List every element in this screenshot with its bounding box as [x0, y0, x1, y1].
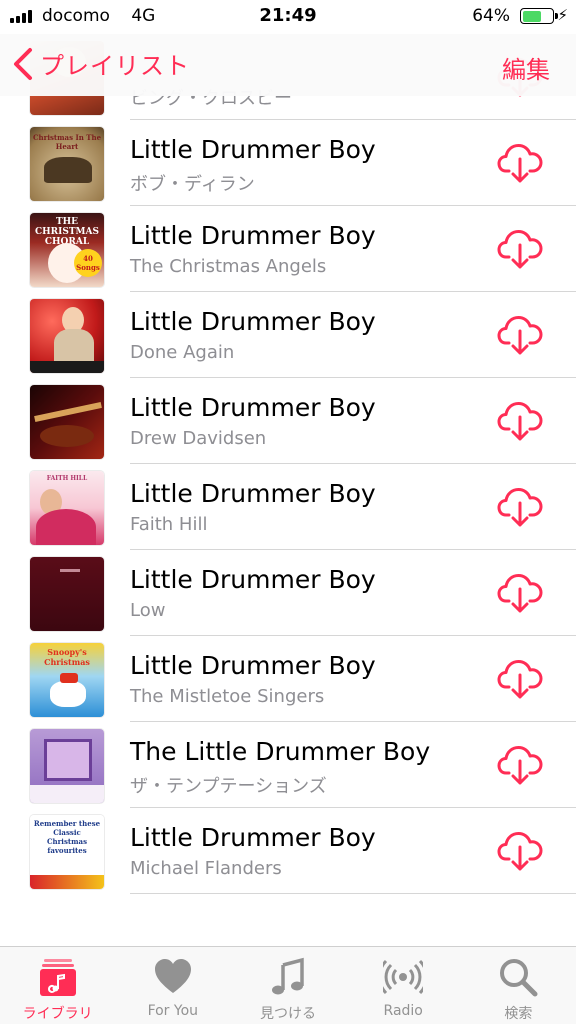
radio-icon — [383, 959, 424, 995]
song-title: Little Drummer Boy — [130, 307, 376, 336]
song-title: Little Drummer Boy — [130, 651, 376, 680]
cloud-download-icon[interactable] — [497, 141, 543, 185]
song-title: Little Drummer Boy — [130, 565, 376, 594]
song-row[interactable]: Little Drummer Boy Drew Davidsen — [0, 378, 576, 464]
cloud-download-icon[interactable] — [497, 657, 543, 701]
song-artist: Low — [130, 600, 166, 621]
tab-bar: ライブラリ For You 見つける Radio 検索 — [0, 946, 576, 1024]
music-note-icon — [272, 957, 304, 995]
song-title: Little Drummer Boy — [130, 221, 376, 250]
song-row[interactable]: Remember these Classic Christmas favouri… — [0, 808, 576, 894]
song-artist: Faith Hill — [130, 514, 208, 535]
charging-bolt-icon: ⚡ — [557, 6, 568, 24]
back-button-label: プレイリスト — [40, 52, 190, 80]
album-art-caption: FAITH HILL — [46, 475, 88, 482]
song-title: Little Drummer Boy — [130, 823, 376, 852]
cloud-download-icon[interactable] — [497, 313, 543, 357]
cloud-download-icon[interactable] — [497, 399, 543, 443]
album-art-caption: Christmas In The Heart — [32, 133, 102, 151]
chevron-left-icon — [14, 47, 32, 80]
cloud-download-icon[interactable] — [497, 485, 543, 529]
status-bar: docomo 4G 21:49 64% ⚡ — [0, 0, 576, 34]
tab-for-you[interactable]: For You — [115, 947, 230, 1024]
song-row[interactable]: Snoopy's Christmas Little Drummer Boy The … — [0, 636, 576, 722]
cloud-download-icon[interactable] — [497, 227, 543, 271]
song-row[interactable]: The Little Drummer Boy ザ・テンプテーションズ — [0, 722, 576, 808]
song-artist: Michael Flanders — [130, 858, 282, 879]
battery-icon — [520, 8, 558, 24]
edit-button[interactable]: 編集 — [502, 50, 550, 85]
song-title: Little Drummer Boy — [130, 393, 376, 422]
song-artist: The Christmas Angels — [130, 256, 327, 277]
album-art: Christmas In The Heart — [30, 127, 104, 201]
tab-search[interactable]: 検索 — [461, 947, 576, 1024]
row-divider — [130, 893, 576, 894]
album-art-caption: Snoopy's Christmas — [44, 647, 90, 667]
album-art: FAITH HILL — [30, 471, 104, 545]
song-row[interactable]: Little Drummer Boy Low — [0, 550, 576, 636]
album-art — [30, 385, 104, 459]
song-list: ビング・クロスビー Christmas In The Heart Little Dr… — [0, 41, 576, 894]
song-artist: ザ・テンプテーションズ — [130, 776, 327, 797]
cloud-download-icon[interactable] — [497, 829, 543, 873]
song-row[interactable]: Christmas In The Heart Little Drummer Boy… — [0, 120, 576, 206]
song-title: Little Drummer Boy — [130, 479, 376, 508]
tab-search-label: 検索 — [504, 1006, 533, 1022]
cloud-download-icon[interactable] — [497, 571, 543, 615]
tab-library[interactable]: ライブラリ — [0, 947, 115, 1024]
album-art — [30, 299, 104, 373]
album-art-badge: 40 Songs — [74, 249, 102, 277]
album-art: Remember these Classic Christmas favouri… — [30, 815, 104, 889]
tab-radio[interactable]: Radio — [346, 947, 461, 1024]
album-art — [30, 729, 104, 803]
back-button[interactable]: プレイリスト — [10, 46, 190, 81]
album-art: Snoopy's Christmas — [30, 643, 104, 717]
song-row[interactable]: FAITH HILL Little Drummer Boy Faith Hill — [0, 464, 576, 550]
song-artist: The Mistletoe Singers — [130, 686, 325, 707]
song-artist: Done Again — [130, 342, 235, 363]
navigation-bar: プレイリスト 編集 — [0, 34, 576, 96]
song-artist: ボブ・ディラン — [130, 174, 255, 195]
song-row[interactable]: Little Drummer Boy Done Again — [0, 292, 576, 378]
search-icon — [500, 959, 538, 997]
tab-browse-label: 見つける — [260, 1006, 316, 1022]
song-artist: Drew Davidsen — [130, 428, 267, 449]
tab-browse[interactable]: 見つける — [230, 947, 345, 1024]
battery-percentage: 64% — [472, 6, 510, 26]
cloud-download-icon[interactable] — [497, 743, 543, 787]
heart-icon — [154, 959, 191, 993]
song-title: The Little Drummer Boy — [130, 737, 431, 766]
tab-for-you-label: For You — [147, 1003, 199, 1019]
tab-radio-label: Radio — [383, 1003, 423, 1019]
song-title: Little Drummer Boy — [130, 135, 376, 164]
tab-library-label: ライブラリ — [22, 1006, 93, 1022]
album-art — [30, 557, 104, 631]
album-art-caption: Remember these Classic Christmas favouri… — [33, 819, 101, 855]
song-row[interactable]: THE CHRISTMAS CHORAL 40 Songs Little Drumm… — [0, 206, 576, 292]
library-icon — [39, 959, 76, 996]
album-art: THE CHRISTMAS CHORAL 40 Songs — [30, 213, 104, 287]
